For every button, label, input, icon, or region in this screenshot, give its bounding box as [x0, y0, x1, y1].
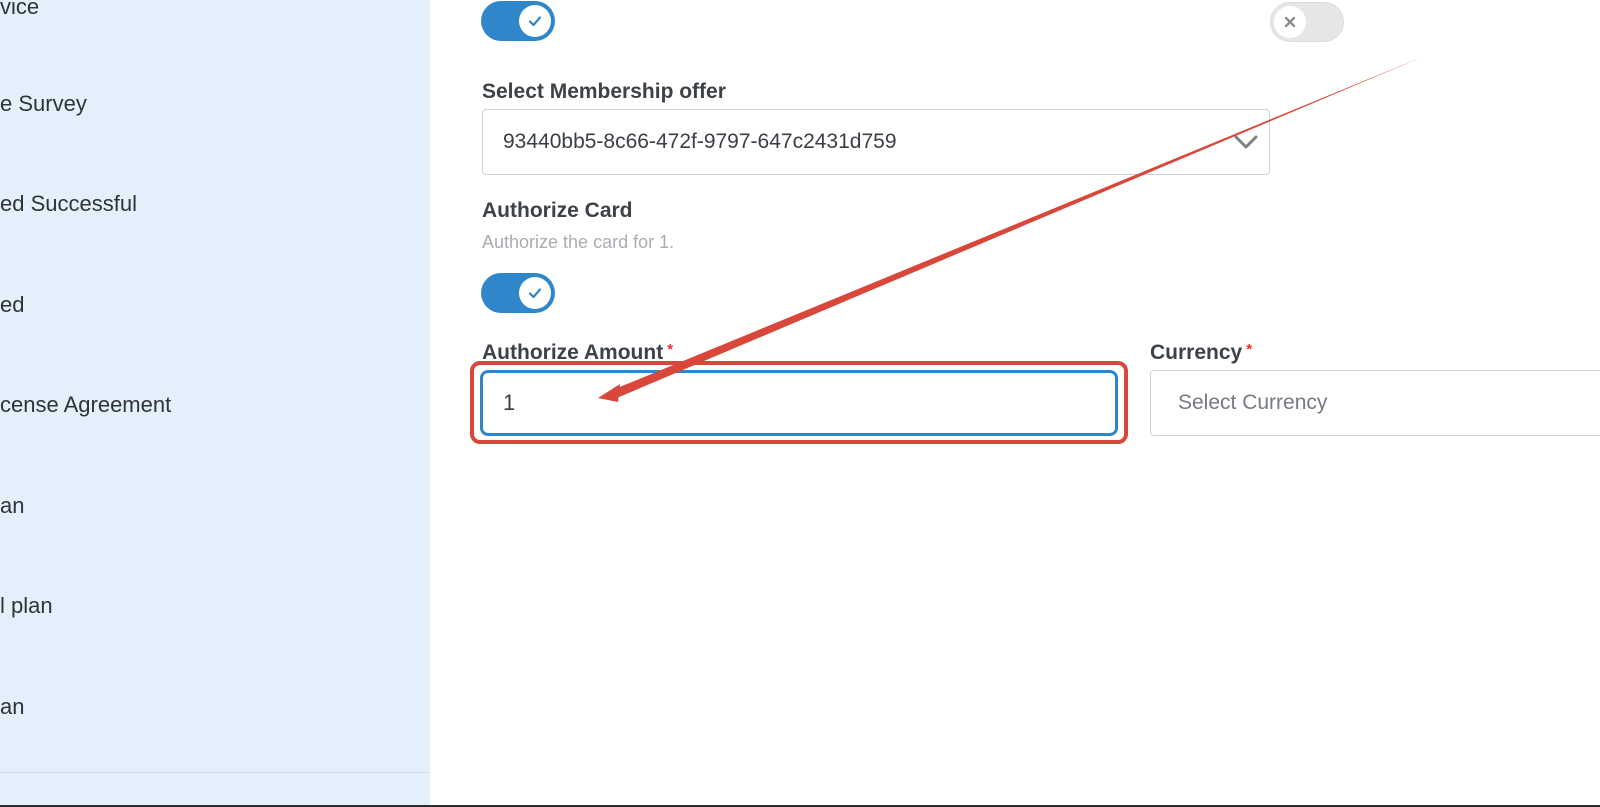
currency-label-text: Currency — [1150, 341, 1243, 364]
chevron-down-icon — [1233, 132, 1259, 157]
check-icon — [519, 5, 551, 37]
membership-offer-value: 93440bb5-8c66-472f-9797-647c2431d759 — [503, 130, 897, 153]
membership-offer-label: Select Membership offer — [482, 80, 726, 103]
top-toggle-off[interactable] — [1270, 2, 1344, 42]
membership-offer-select[interactable]: 93440bb5-8c66-472f-9797-647c2431d759 — [482, 109, 1270, 175]
required-marker: * — [1246, 341, 1253, 358]
membership-form: Select Membership offer 93440bb5-8c66-47… — [0, 0, 1600, 805]
check-icon — [519, 277, 551, 309]
authorize-card-help: Authorize the card for 1. — [482, 232, 675, 252]
authorize-amount-input[interactable] — [480, 370, 1118, 436]
authorize-card-label: Authorize Card — [482, 199, 633, 222]
currency-label: Currency * — [1150, 341, 1252, 365]
currency-select[interactable] — [1150, 370, 1600, 436]
authorize-card-toggle[interactable] — [481, 273, 555, 313]
required-marker: * — [667, 341, 674, 358]
close-icon — [1274, 6, 1306, 38]
top-toggle-on[interactable] — [481, 1, 555, 41]
